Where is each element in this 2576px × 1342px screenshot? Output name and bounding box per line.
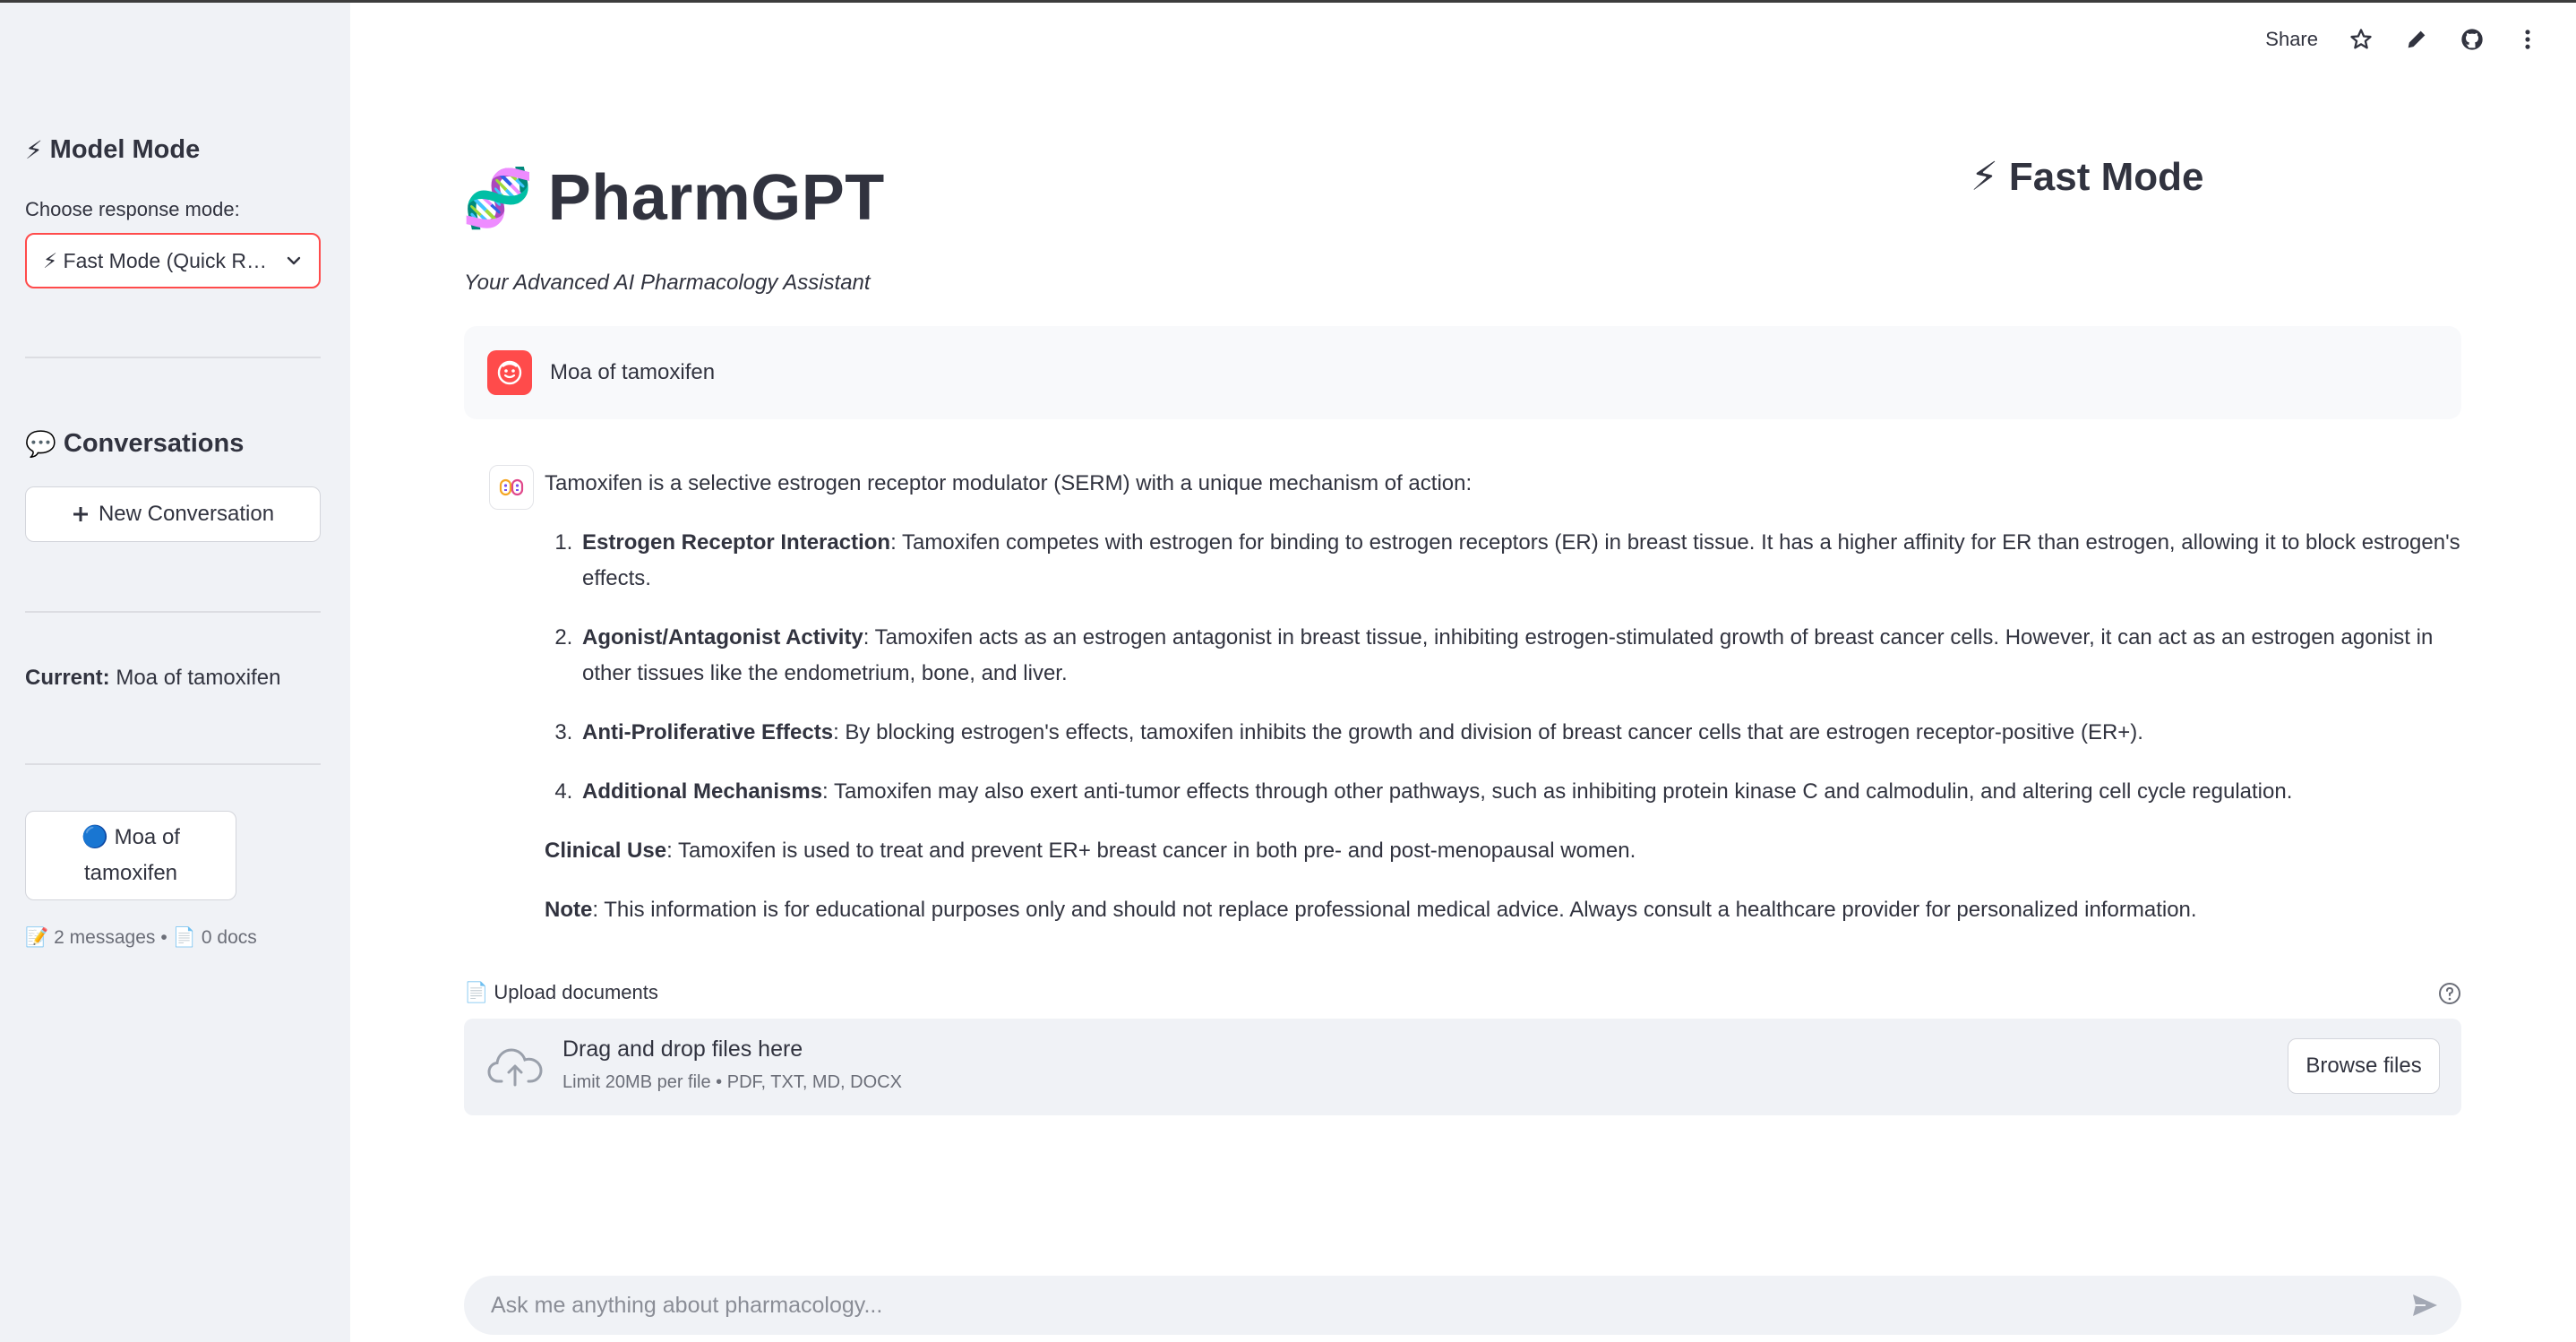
current-prefix: Current: bbox=[25, 666, 110, 690]
user-avatar bbox=[487, 350, 532, 395]
new-conversation-button[interactable]: New Conversation bbox=[25, 486, 321, 542]
assistant-intro: Tamoxifen is a selective estrogen recept… bbox=[545, 471, 1473, 495]
lightning-icon: ⚡ bbox=[25, 136, 43, 164]
sidebar-divider bbox=[25, 763, 321, 765]
new-conversation-label: New Conversation bbox=[98, 502, 275, 526]
response-mode-value: ⚡ Fast Mode (Quick Responses) bbox=[43, 248, 270, 272]
model-mode-heading: ⚡ Model Mode bbox=[25, 135, 200, 165]
clinical-use-paragraph: Clinical Use: Tamoxifen is used to treat… bbox=[545, 833, 2461, 869]
dropzone-limits: Limit 20MB per file • PDF, TXT, MD, DOCX bbox=[562, 1072, 902, 1092]
subtitle: Your Advanced AI Pharmacology Assistant bbox=[464, 271, 871, 295]
document-icon: 📄 bbox=[464, 981, 489, 1003]
list-item: Anti-Proliferative Effects: By blocking … bbox=[579, 715, 2461, 751]
chat-input[interactable] bbox=[489, 1291, 2409, 1320]
assistant-icon bbox=[499, 478, 524, 496]
header-toolbar: Share bbox=[2265, 27, 2540, 52]
more-vertical-icon[interactable] bbox=[2515, 27, 2540, 52]
list-item: Agonist/Antagonist Activity: Tamoxifen a… bbox=[579, 620, 2461, 692]
file-dropzone[interactable]: Drag and drop files here Limit 20MB per … bbox=[464, 1019, 2461, 1115]
document-icon: 📄 bbox=[172, 927, 196, 948]
sidebar-divider bbox=[25, 357, 321, 358]
smiley-face-icon bbox=[497, 360, 522, 385]
docs-count: 0 docs bbox=[201, 927, 257, 948]
memo-icon: 📝 bbox=[25, 927, 49, 948]
note-paragraph: Note: This information is for educationa… bbox=[545, 892, 2461, 928]
assistant-message: Tamoxifen is a selective estrogen recept… bbox=[545, 466, 2461, 951]
meta-separator: • bbox=[160, 927, 167, 948]
sidebar-divider bbox=[25, 611, 321, 613]
share-button[interactable]: Share bbox=[2265, 28, 2318, 51]
list-item-text: : By blocking estrogen's effects, tamoxi… bbox=[833, 720, 2143, 744]
list-item: Estrogen Receptor Interaction: Tamoxifen… bbox=[579, 525, 2461, 597]
star-icon[interactable] bbox=[2348, 27, 2374, 52]
assistant-avatar bbox=[489, 465, 534, 510]
list-item-title: Estrogen Receptor Interaction bbox=[582, 530, 891, 555]
note-text: : This information is for educational pu… bbox=[592, 898, 2197, 922]
current-conversation: Current: Moa of tamoxifen bbox=[25, 666, 280, 691]
app-title: PharmGPT bbox=[547, 162, 885, 234]
list-item-title: Additional Mechanisms bbox=[582, 779, 823, 804]
sidebar: ⚡ Model Mode Choose response mode: ⚡ Fas… bbox=[0, 3, 350, 1342]
send-icon[interactable] bbox=[2409, 1290, 2440, 1320]
upload-label: 📄 Upload documents bbox=[464, 981, 658, 1004]
chevron-down-icon bbox=[287, 256, 301, 265]
browse-files-button[interactable]: Browse files bbox=[2288, 1038, 2440, 1094]
conversation-item-button[interactable]: 🔵 Moa of tamoxifen bbox=[25, 811, 236, 900]
cloud-upload-icon bbox=[487, 1048, 543, 1087]
help-icon[interactable] bbox=[2438, 982, 2461, 1005]
dna-icon: 🧬 bbox=[462, 165, 534, 230]
mechanism-list: Estrogen Receptor Interaction : Tamoxifen… bbox=[545, 525, 2461, 810]
model-mode-heading-label: Model Mode bbox=[49, 135, 201, 164]
mode-indicator: ⚡ Fast Mode bbox=[1971, 154, 2203, 200]
conversations-heading: 💬 Conversations bbox=[25, 429, 244, 459]
list-item-title: Agonist/Antagonist Activity bbox=[582, 625, 863, 649]
choose-mode-label: Choose response mode: bbox=[25, 198, 240, 220]
top-border bbox=[0, 0, 2576, 3]
conversations-heading-label: Conversations bbox=[63, 429, 245, 458]
clinical-use-text: : Tamoxifen is used to treat and prevent… bbox=[666, 839, 1636, 863]
list-item: Additional Mechanisms: Tamoxifen may als… bbox=[579, 774, 2461, 810]
list-item-title: Anti-Proliferative Effects bbox=[582, 720, 834, 744]
response-mode-select[interactable]: ⚡ Fast Mode (Quick Responses) bbox=[25, 233, 321, 288]
note-title: Note bbox=[545, 898, 593, 922]
clinical-use-title: Clinical Use bbox=[545, 839, 667, 863]
mode-label: Fast Mode bbox=[2008, 154, 2204, 199]
chat-input-bar bbox=[464, 1276, 2461, 1335]
dropzone-title: Drag and drop files here bbox=[562, 1037, 803, 1062]
user-message-text: Moa of tamoxifen bbox=[550, 360, 716, 384]
speech-bubble-icon: 💬 bbox=[25, 430, 56, 458]
user-message: Moa of tamoxifen bbox=[464, 326, 2461, 419]
lightning-icon: ⚡ bbox=[1971, 155, 1998, 199]
list-item-text: : Tamoxifen may also exert anti-tumor ef… bbox=[822, 779, 2293, 804]
page-title: 🧬 PharmGPT bbox=[462, 161, 885, 235]
plus-icon bbox=[73, 507, 88, 521]
conversation-meta: 📝 2 messages • 📄 0 docs bbox=[25, 927, 257, 949]
upload-label-text: Upload documents bbox=[494, 981, 658, 1003]
blue-circle-icon: 🔵 bbox=[82, 825, 108, 849]
current-value: Moa of tamoxifen bbox=[116, 666, 281, 690]
pencil-icon[interactable] bbox=[2404, 27, 2429, 52]
messages-count: 2 messages bbox=[54, 927, 156, 948]
github-icon[interactable] bbox=[2460, 27, 2485, 52]
